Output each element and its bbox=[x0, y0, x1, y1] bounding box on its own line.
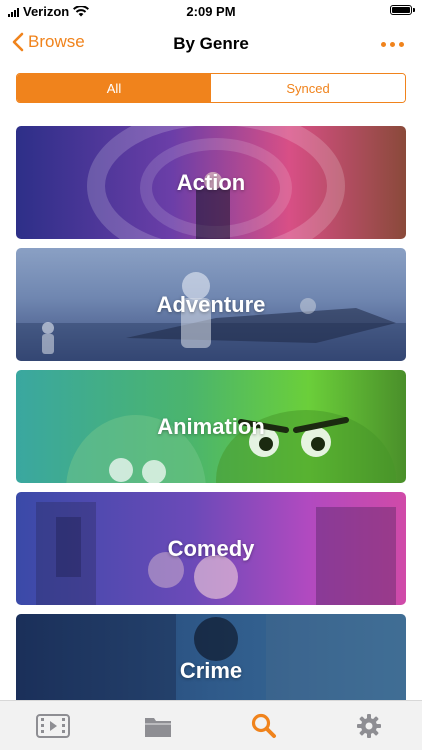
video-icon bbox=[35, 713, 70, 738]
genre-card-adventure[interactable]: Adventure bbox=[16, 248, 406, 361]
genre-card-action[interactable]: Action bbox=[16, 126, 406, 239]
more-dot-icon bbox=[381, 42, 386, 47]
genre-label: Adventure bbox=[156, 291, 266, 317]
tab-search[interactable] bbox=[234, 706, 294, 746]
segment-synced[interactable]: Synced bbox=[211, 74, 405, 102]
genre-label: Action bbox=[176, 169, 246, 195]
navigation-bar: Browse By Genre bbox=[0, 22, 422, 66]
more-options-button[interactable] bbox=[381, 42, 404, 47]
more-dot-icon bbox=[390, 42, 395, 47]
battery-icon bbox=[390, 5, 415, 15]
search-icon bbox=[251, 713, 276, 738]
filter-segmented-control: All Synced bbox=[16, 73, 406, 103]
genre-label: Crime bbox=[179, 657, 243, 683]
genre-label: Animation bbox=[157, 413, 265, 439]
gear-icon bbox=[357, 713, 382, 738]
genre-card-animation[interactable]: Animation bbox=[16, 370, 406, 483]
page-title: By Genre bbox=[173, 34, 249, 53]
tab-settings[interactable] bbox=[339, 706, 399, 746]
genre-card-comedy[interactable]: Comedy bbox=[16, 492, 406, 605]
tab-folders[interactable] bbox=[128, 706, 188, 746]
genre-list: Action Adventure Animation Comedy Crime bbox=[16, 126, 406, 736]
genre-label: Comedy bbox=[167, 535, 255, 561]
tab-video[interactable] bbox=[23, 706, 83, 746]
segment-all[interactable]: All bbox=[17, 74, 211, 102]
folder-icon bbox=[145, 717, 172, 737]
status-bar: Verizon 2:09 PM bbox=[0, 0, 422, 22]
tab-bar bbox=[0, 700, 422, 750]
status-time: 2:09 PM bbox=[186, 4, 236, 19]
more-dot-icon bbox=[399, 42, 404, 47]
